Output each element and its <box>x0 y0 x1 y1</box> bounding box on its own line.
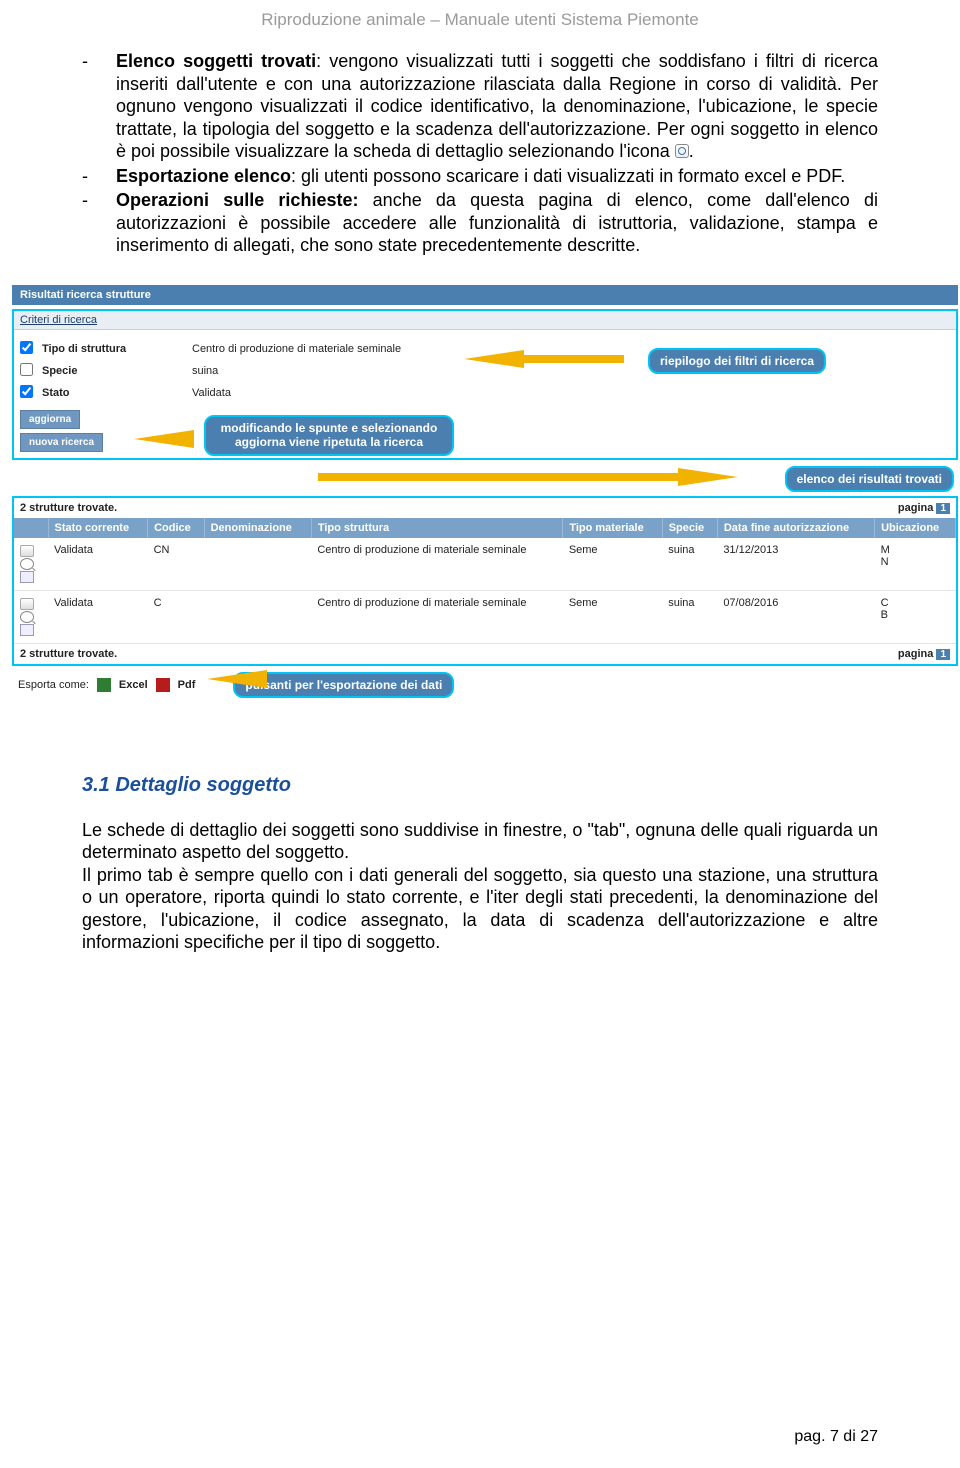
magnifier-icon[interactable] <box>20 611 34 623</box>
results-count-bar: 2 strutture trovate. pagina 1 <box>14 498 956 518</box>
cell-ubic: C B <box>875 590 956 643</box>
callout-elenco: elenco dei risultati trovati <box>785 466 954 492</box>
results-count-bar-bottom: 2 strutture trovate. pagina 1 <box>14 644 956 664</box>
page-number-badge[interactable]: 1 <box>936 649 950 660</box>
col-ubicazione: Ubicazione <box>875 518 956 538</box>
arrow-left-icon <box>464 350 524 368</box>
row-actions <box>14 590 48 643</box>
cell-stato: Validata <box>48 538 148 591</box>
criteria-checkbox-tipo[interactable] <box>20 341 33 354</box>
magnifier-icon <box>675 144 689 158</box>
arrow-left-icon <box>134 430 194 448</box>
bullet-item-2: - Esportazione elenco: gli utenti posson… <box>82 165 878 188</box>
criteria-value: Validata <box>192 387 231 399</box>
export-label: Esporta come: <box>18 679 89 691</box>
cell-stato: Validata <box>48 590 148 643</box>
cell-tipo-mat: Seme <box>563 538 662 591</box>
arrow-stem <box>524 355 624 363</box>
results-table: Stato corrente Codice Denominazione Tipo… <box>14 518 956 644</box>
results-count-text: 2 strutture trovate. <box>20 502 117 514</box>
col-tipo-materiale: Tipo materiale <box>563 518 662 538</box>
col-stato: Stato corrente <box>48 518 148 538</box>
col-specie: Specie <box>662 518 717 538</box>
criteria-label: Specie <box>42 365 192 377</box>
results-titlebar: Risultati ricerca strutture <box>12 285 958 305</box>
pdf-icon[interactable] <box>156 678 170 692</box>
bullet-item-3: - Operazioni sulle richieste: anche da q… <box>82 189 878 257</box>
arrow-stem <box>318 473 678 481</box>
col-actions <box>14 518 48 538</box>
cell-denom <box>204 590 311 643</box>
cell-data-fine: 07/08/2016 <box>717 590 874 643</box>
page-header: Riproduzione animale – Manuale utenti Si… <box>0 0 960 50</box>
bullet2-rest: : gli utenti possono scaricare i dati vi… <box>291 166 845 186</box>
criteria-header: Criteri di ricerca <box>14 311 956 330</box>
col-tipo-struttura: Tipo struttura <box>311 518 562 538</box>
bullet1-lead: Elenco soggetti trovati <box>116 51 316 71</box>
cell-tipo-mat: Seme <box>563 590 662 643</box>
bullet2-lead: Esportazione elenco <box>116 166 291 186</box>
cell-specie: suina <box>662 590 717 643</box>
table-row: Validata C Centro di produzione di mater… <box>14 590 956 643</box>
dash-icon: - <box>82 165 116 188</box>
table-row: Validata CN Centro di produzione di mate… <box>14 538 956 591</box>
table-header-row: Stato corrente Codice Denominazione Tipo… <box>14 518 956 538</box>
cell-data-fine: 31/12/2013 <box>717 538 874 591</box>
nuova-ricerca-button[interactable]: nuova ricerca <box>20 433 103 452</box>
callout-modificando: modificando le spunte e selezionando agg… <box>204 415 454 456</box>
pagination: pagina 1 <box>898 648 950 660</box>
col-denominazione: Denominazione <box>204 518 311 538</box>
cell-codice: C <box>148 590 205 643</box>
cell-tipo-strut: Centro di produzione di materiale semina… <box>311 538 562 591</box>
print-icon[interactable] <box>20 571 34 583</box>
bullet-item-1: - Elenco soggetti trovati: vengono visua… <box>82 50 878 163</box>
section-heading: 3.1 Dettaglio soggetto <box>82 774 878 797</box>
cell-ubic: M N <box>875 538 956 591</box>
row-actions <box>14 538 48 591</box>
dash-icon: - <box>82 50 116 163</box>
arrow-left-icon <box>207 670 267 688</box>
magnifier-icon[interactable] <box>20 558 34 570</box>
export-pdf-link[interactable]: Pdf <box>178 679 196 691</box>
embedded-screenshot: Risultati ricerca strutture Criteri di r… <box>12 285 958 704</box>
criteria-value: Centro di produzione di materiale semina… <box>192 343 401 355</box>
results-box: 2 strutture trovate. pagina 1 Stato corr… <box>12 496 958 666</box>
page-footer: pag. 7 di 27 <box>794 1428 878 1446</box>
cell-codice: CN <box>148 538 205 591</box>
section-paragraph: Le schede di dettaglio dei soggetti sono… <box>82 819 878 954</box>
cell-specie: suina <box>662 538 717 591</box>
col-data-fine: Data fine autorizzazione <box>717 518 874 538</box>
excel-icon[interactable] <box>97 678 111 692</box>
header-title: Riproduzione animale – Manuale utenti Si… <box>261 10 699 29</box>
print-icon[interactable] <box>20 624 34 636</box>
bullet3-lead: Operazioni sulle richieste: <box>116 190 358 210</box>
cell-denom <box>204 538 311 591</box>
dash-icon: - <box>82 189 116 257</box>
export-row: Esporta come: Excel Pdf pulsanti per l'e… <box>12 666 958 704</box>
page-number-badge[interactable]: 1 <box>936 503 950 514</box>
cell-tipo-strut: Centro di produzione di materiale semina… <box>311 590 562 643</box>
pagination: pagina 1 <box>898 502 950 514</box>
arrow-right-icon <box>678 468 738 486</box>
criteria-checkbox-stato[interactable] <box>20 385 33 398</box>
results-count-text: 2 strutture trovate. <box>20 648 117 660</box>
attachment-icon[interactable] <box>20 545 34 557</box>
attachment-icon[interactable] <box>20 598 34 610</box>
callout-riepilogo: riepilogo dei filtri di ricerca <box>648 348 826 374</box>
col-codice: Codice <box>148 518 205 538</box>
criteria-box: Criteri di ricerca Tipo di struttura Cen… <box>12 309 958 460</box>
bullet-list: - Elenco soggetti trovati: vengono visua… <box>82 50 878 257</box>
export-excel-link[interactable]: Excel <box>119 679 148 691</box>
criteria-label: Tipo di struttura <box>42 343 192 355</box>
criteria-label: Stato <box>42 387 192 399</box>
criteria-value: suina <box>192 365 218 377</box>
criteria-checkbox-specie[interactable] <box>20 363 33 376</box>
criteria-row: Stato Validata <box>20 382 950 404</box>
aggiorna-button[interactable]: aggiorna <box>20 410 80 429</box>
